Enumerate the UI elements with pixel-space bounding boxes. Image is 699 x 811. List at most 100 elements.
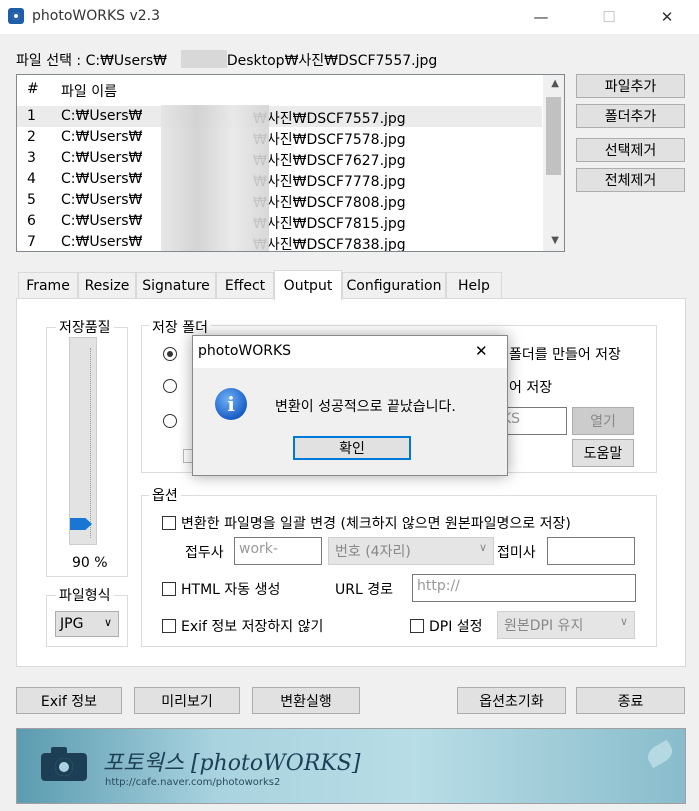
file-row[interactable]: 4 C:₩Users₩ ₩사진₩DSCF7778.jpg xyxy=(17,169,542,190)
remove-all-button[interactable]: 전체제거 xyxy=(576,168,685,192)
info-icon: i xyxy=(215,388,247,420)
col-number-header[interactable]: # xyxy=(27,81,39,97)
slider-ticks xyxy=(90,348,94,538)
minimize-button[interactable]: — xyxy=(518,0,564,34)
file-list-header: # 파일 이름 xyxy=(17,75,542,103)
tab-signature[interactable]: Signature xyxy=(136,272,216,299)
format-value: JPG xyxy=(60,616,84,632)
folder-label: 저장 폴더 xyxy=(149,317,211,337)
title-bar: photoWORKS v2.3 — ☐ ✕ xyxy=(0,0,699,34)
tab-output[interactable]: Output xyxy=(274,270,342,300)
row-number: 7 xyxy=(27,234,36,250)
message-dialog: photoWORKS ✕ i 변환이 성공적으로 끝났습니다. 확인 xyxy=(192,335,508,476)
rename-checkbox[interactable] xyxy=(162,516,176,530)
number-select[interactable]: 번호 (4자리) ∨ xyxy=(328,537,494,565)
file-row[interactable]: 5 C:₩Users₩ ₩사진₩DSCF7808.jpg xyxy=(17,190,542,211)
add-folder-button[interactable]: 폴더추가 xyxy=(576,104,685,128)
col-filename-header[interactable]: 파일 이름 xyxy=(61,81,117,101)
row-path: C:₩Users₩ xyxy=(61,234,143,250)
tab-configuration[interactable]: Configuration xyxy=(342,272,446,299)
scroll-up-icon[interactable]: ▲ xyxy=(551,78,559,89)
row-file: ₩사진₩DSCF7627.jpg xyxy=(253,153,406,169)
dpi-select[interactable]: 원본DPI 유지 ∨ xyxy=(497,611,635,639)
scroll-down-icon[interactable]: ▼ xyxy=(551,235,559,246)
tab-help[interactable]: Help xyxy=(446,272,502,299)
folder-radio-3[interactable] xyxy=(163,414,177,428)
url-input[interactable]: http:// xyxy=(412,574,636,602)
folder-option-2-text: 어 저장 xyxy=(509,380,553,396)
window-title: photoWORKS v2.3 xyxy=(32,8,161,24)
vertical-scrollbar[interactable]: ▲ ▼ xyxy=(543,75,564,251)
rename-label: 변환한 파일명을 일괄 변경 (체크하지 않으면 원본파일명으로 저장) xyxy=(181,516,571,532)
row-number: 2 xyxy=(27,129,36,145)
prefix-input[interactable]: work- xyxy=(234,537,322,565)
row-number: 3 xyxy=(27,150,36,166)
tab-frame[interactable]: Frame xyxy=(18,272,78,299)
chevron-down-icon: ∨ xyxy=(478,541,487,554)
row-number: 6 xyxy=(27,213,36,229)
help-button[interactable]: 도움말 xyxy=(572,439,634,467)
quality-slider[interactable] xyxy=(69,337,97,545)
format-label: 파일형식 xyxy=(56,585,114,605)
number-select-value: 번호 (4자리) xyxy=(335,544,411,560)
camera-icon xyxy=(41,747,87,781)
file-row[interactable]: 2 C:₩Users₩ ₩사진₩DSCF7578.jpg xyxy=(17,127,542,148)
dpi-label: DPI 설정 xyxy=(429,619,483,635)
maximize-button[interactable]: ☐ xyxy=(586,0,632,34)
suffix-input[interactable] xyxy=(547,537,635,565)
exif-info-button[interactable]: Exif 정보 xyxy=(16,687,122,714)
tab-strip: Frame Resize Signature Effect Output Con… xyxy=(16,270,686,300)
exif-checkbox[interactable] xyxy=(162,619,176,633)
file-row[interactable]: 3 C:₩Users₩ ₩사진₩DSCF7627.jpg xyxy=(17,148,542,169)
banner-url: http://cafe.naver.com/photoworks2 xyxy=(105,777,281,788)
chevron-down-icon: ∨ xyxy=(619,615,628,628)
banner[interactable]: 포토웍스 [photoWORKS] http://cafe.naver.com/… xyxy=(16,728,686,804)
folder-option-1-text: 폴더를 만들어 저장 xyxy=(509,347,621,363)
scrollbar-thumb[interactable] xyxy=(546,97,561,175)
row-file: ₩사진₩DSCF7578.jpg xyxy=(253,132,406,148)
reset-options-button[interactable]: 옵션초기화 xyxy=(457,687,566,714)
tab-resize[interactable]: Resize xyxy=(78,272,136,299)
file-select-path: ₩Desktop₩사진₩DSCF7557.jpg xyxy=(212,53,438,69)
preview-button[interactable]: 미리보기 xyxy=(134,687,240,714)
html-label: HTML 자동 생성 xyxy=(181,582,281,598)
exit-button[interactable]: 종료 xyxy=(576,687,685,714)
row-number: 4 xyxy=(27,171,36,187)
dialog-close-button[interactable]: ✕ xyxy=(475,342,488,360)
chevron-down-icon: ∨ xyxy=(103,616,112,629)
redaction-blur xyxy=(161,105,269,251)
close-button[interactable]: ✕ xyxy=(644,0,690,34)
row-path: C:₩Users₩ xyxy=(61,213,143,229)
row-path: C:₩Users₩ xyxy=(61,171,143,187)
leaf-icon xyxy=(644,739,676,769)
options-label: 옵션 xyxy=(149,485,181,505)
folder-radio-1[interactable] xyxy=(163,347,177,361)
file-row[interactable]: 1 C:₩Users₩ ₩사진₩DSCF7557.jpg xyxy=(17,106,542,127)
file-row[interactable]: 7 C:₩Users₩ ₩사진₩DSCF7838.jpg xyxy=(17,232,542,252)
prefix-label: 접두사 xyxy=(185,545,224,561)
exif-label: Exif 정보 저장하지 않기 xyxy=(181,619,324,635)
format-select[interactable]: JPG ∨ xyxy=(55,611,119,637)
redaction-blur xyxy=(181,50,227,68)
row-file: ₩사진₩DSCF7778.jpg xyxy=(253,174,406,190)
open-folder-button[interactable]: 열기 xyxy=(572,407,634,435)
add-file-button[interactable]: 파일추가 xyxy=(576,74,685,98)
remove-selected-button[interactable]: 선택제거 xyxy=(576,138,685,162)
convert-button[interactable]: 변환실행 xyxy=(252,687,360,714)
html-checkbox[interactable] xyxy=(162,582,176,596)
dpi-checkbox[interactable] xyxy=(410,619,424,633)
quality-value: 90 % xyxy=(72,555,108,571)
row-file: ₩사진₩DSCF7557.jpg xyxy=(253,111,406,127)
row-file: ₩사진₩DSCF7838.jpg xyxy=(253,237,406,252)
tab-effect[interactable]: Effect xyxy=(216,272,274,299)
row-path: C:₩Users₩ xyxy=(61,108,143,124)
file-row[interactable]: 6 C:₩Users₩ ₩사진₩DSCF7815.jpg xyxy=(17,211,542,232)
folder-radio-2[interactable] xyxy=(163,379,177,393)
ok-button[interactable]: 확인 xyxy=(293,436,411,460)
dialog-title: photoWORKS xyxy=(198,343,292,359)
slider-thumb[interactable] xyxy=(70,518,92,530)
dpi-select-value: 원본DPI 유지 xyxy=(504,618,584,634)
row-number: 1 xyxy=(27,108,36,124)
app-icon xyxy=(8,8,24,24)
file-list[interactable]: # 파일 이름 1 C:₩Users₩ ₩사진₩DSCF7557.jpg 2 C:₩U… xyxy=(16,74,565,252)
